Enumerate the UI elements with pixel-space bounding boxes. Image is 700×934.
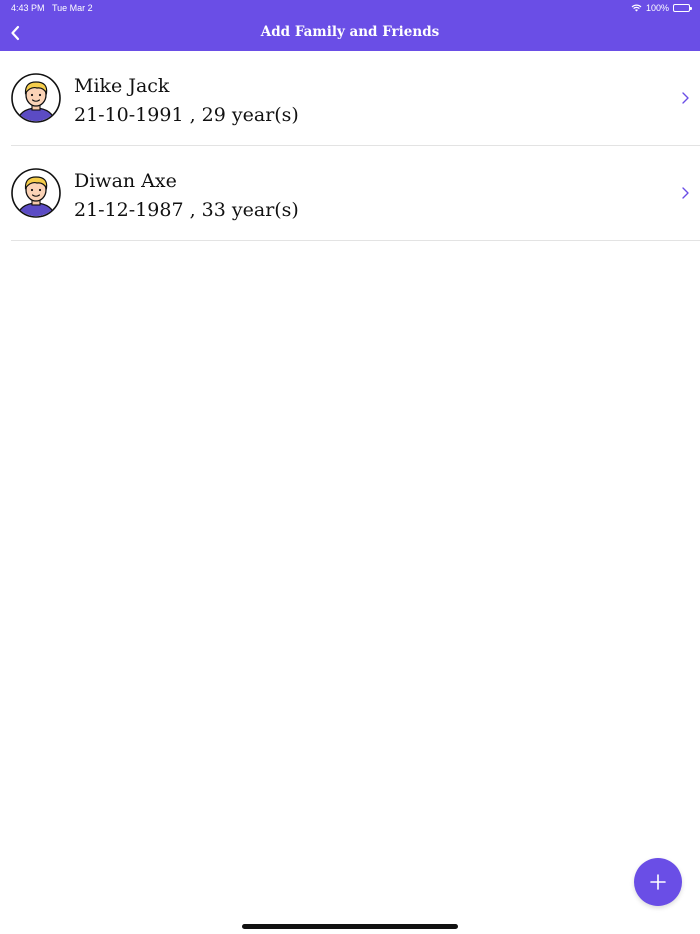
status-indicators: 100% [631,3,692,13]
chevron-right-icon [682,92,689,104]
wifi-icon [631,4,642,12]
contact-name: Mike Jack [74,75,170,97]
battery-icon [673,4,692,12]
battery-percent: 100% [645,3,669,13]
contacts-list: Mike Jack 21-10-1991 , 29 year(s) Diwan … [0,51,700,241]
list-item[interactable]: Mike Jack 21-10-1991 , 29 year(s) [11,51,700,146]
chevron-right-icon [682,187,689,199]
plus-icon [650,874,666,890]
contact-birthdate-age: 21-12-1987 , 33 year(s) [74,199,299,221]
avatar-icon [11,73,61,123]
avatar-icon [11,168,61,218]
add-contact-button[interactable] [634,858,682,906]
home-indicator [242,924,458,929]
contact-name: Diwan Axe [74,170,177,192]
page-title: Add Family and Friends [260,24,440,40]
status-date: Tue Mar 2 [52,3,93,13]
navigation-bar: 4:43 PM Tue Mar 2 100% Add Family and Fr… [0,0,700,51]
list-item[interactable]: Diwan Axe 21-12-1987 , 33 year(s) [11,146,700,241]
status-bar: 4:43 PM Tue Mar 2 100% [0,0,700,16]
contact-birthdate-age: 21-10-1991 , 29 year(s) [74,104,299,126]
status-time: 4:43 PM [11,3,45,13]
